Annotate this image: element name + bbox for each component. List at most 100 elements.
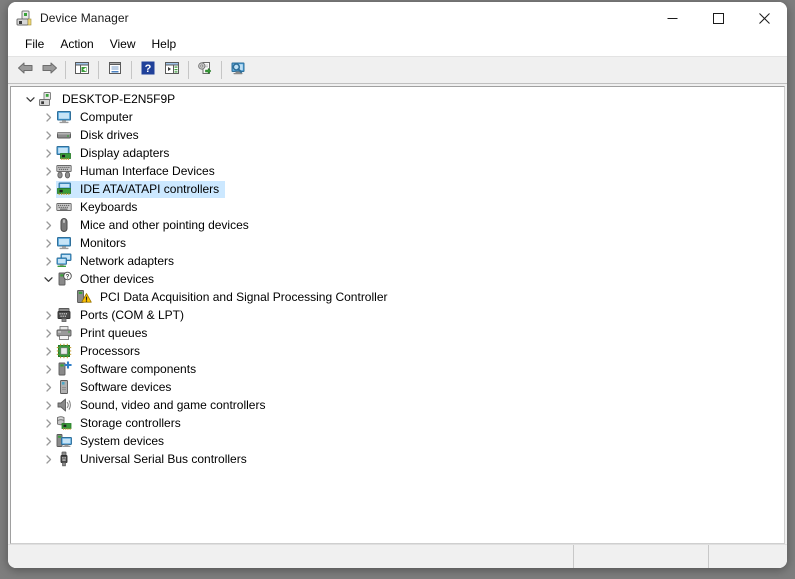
- tree-item-label: Monitors: [80, 235, 127, 250]
- chevron-right-icon[interactable]: [40, 180, 56, 198]
- chevron-down-icon[interactable]: [22, 90, 38, 108]
- chevron-right-icon[interactable]: [40, 144, 56, 162]
- chevron-right-icon[interactable]: [40, 126, 56, 144]
- window-title: Device Manager: [40, 11, 129, 25]
- toolbar-separator: [65, 61, 66, 79]
- hid-icon: [56, 163, 72, 179]
- tree-item-print-queues[interactable]: Print queues: [11, 324, 784, 342]
- tree-item-other-devices[interactable]: ? Other devices: [11, 270, 784, 288]
- status-bar-pane-message: [8, 545, 573, 568]
- tree-item-label: Computer: [80, 109, 133, 124]
- menu-action[interactable]: Action: [52, 35, 101, 54]
- other-device-icon: ?: [56, 271, 72, 287]
- chevron-right-icon[interactable]: [40, 252, 56, 270]
- tree-item-label: System devices: [80, 433, 165, 448]
- tree-item-sound-video-and-game-controllers[interactable]: Sound, video and game controllers: [11, 396, 784, 414]
- tree-item-disk-drives[interactable]: Disk drives: [11, 126, 784, 144]
- chevron-right-icon[interactable]: [40, 450, 56, 468]
- show-hide-action-pane-button[interactable]: [160, 59, 184, 81]
- show-hide-console-tree-button[interactable]: [70, 59, 94, 81]
- chevron-right-icon[interactable]: [40, 324, 56, 342]
- chevron-right-icon[interactable]: [40, 198, 56, 216]
- chevron-right-icon[interactable]: [40, 360, 56, 378]
- help-button[interactable]: ?: [136, 59, 160, 81]
- chevron-down-icon[interactable]: [40, 270, 56, 288]
- disk-drive-icon: [56, 127, 72, 143]
- tree-item-label: Software components: [80, 361, 197, 376]
- tree-item-keyboards[interactable]: Keyboards: [11, 198, 784, 216]
- tree-item-label: Processors: [80, 343, 141, 358]
- printer-icon: [56, 325, 72, 341]
- tree-item-ide-ata-atapi-controllers[interactable]: IDE ATA/ATAPI controllers: [11, 180, 784, 198]
- tree-item-label: Other devices: [80, 271, 155, 286]
- tree-item-monitors[interactable]: Monitors: [11, 234, 784, 252]
- tree-item-display-adapters[interactable]: Display adapters: [11, 144, 784, 162]
- toolbar: ?: [8, 56, 787, 84]
- chevron-right-icon[interactable]: [40, 162, 56, 180]
- system-device-icon: [56, 433, 72, 449]
- processor-icon: [56, 343, 72, 359]
- tree-item-pci-data-acquisition-controller[interactable]: PCI Data Acquisition and Signal Processi…: [11, 288, 784, 306]
- action-pane-icon: [164, 60, 180, 81]
- tree-item-human-interface-devices[interactable]: Human Interface Devices: [11, 162, 784, 180]
- scan-for-hardware-changes-button[interactable]: [226, 59, 250, 81]
- chevron-right-icon[interactable]: [40, 432, 56, 450]
- tree-item-label: Keyboards: [80, 199, 138, 214]
- computer-icon: [56, 109, 72, 125]
- sound-controller-icon: [56, 397, 72, 413]
- status-bar: [8, 544, 787, 568]
- back-arrow-icon: [17, 60, 34, 81]
- tree-item-label: Human Interface Devices: [80, 163, 215, 178]
- device-tree[interactable]: DESKTOP-E2N5F9P Computer Disk drives Dis…: [10, 86, 785, 544]
- tree-item-system-devices[interactable]: System devices: [11, 432, 784, 450]
- chevron-right-icon[interactable]: [40, 216, 56, 234]
- network-adapter-icon: [56, 253, 72, 269]
- chevron-right-icon[interactable]: [40, 306, 56, 324]
- svg-text:?: ?: [145, 63, 152, 75]
- port-icon: [56, 307, 72, 323]
- window-controls: [649, 2, 787, 34]
- tree-root-label: DESKTOP-E2N5F9P: [62, 91, 176, 106]
- chevron-right-icon[interactable]: [40, 108, 56, 126]
- chevron-right-icon[interactable]: [40, 414, 56, 432]
- menu-help[interactable]: Help: [144, 35, 185, 54]
- tree-item-universal-serial-bus-controllers[interactable]: Universal Serial Bus controllers: [11, 450, 784, 468]
- tree-item-network-adapters[interactable]: Network adapters: [11, 252, 784, 270]
- tree-item-software-devices[interactable]: Software devices: [11, 378, 784, 396]
- properties-button[interactable]: [103, 59, 127, 81]
- client-area: DESKTOP-E2N5F9P Computer Disk drives Dis…: [8, 84, 787, 544]
- tree-item-software-components[interactable]: Software components: [11, 360, 784, 378]
- update-driver-button[interactable]: [193, 59, 217, 81]
- tree-root-row[interactable]: DESKTOP-E2N5F9P: [11, 90, 784, 108]
- title-bar[interactable]: Device Manager: [8, 2, 787, 34]
- toolbar-separator: [188, 61, 189, 79]
- chevron-right-icon[interactable]: [40, 396, 56, 414]
- minimize-button[interactable]: [649, 2, 695, 34]
- tree-item-label: Storage controllers: [80, 415, 181, 430]
- tree-item-ports-com-and-lpt[interactable]: Ports (COM & LPT): [11, 306, 784, 324]
- chevron-right-icon[interactable]: [40, 378, 56, 396]
- ide-controller-icon: [56, 181, 72, 197]
- tree-item-storage-controllers[interactable]: Storage controllers: [11, 414, 784, 432]
- tree-item-computer[interactable]: Computer: [11, 108, 784, 126]
- tree-item-label: Mice and other pointing devices: [80, 217, 249, 232]
- maximize-button[interactable]: [695, 2, 741, 34]
- update-driver-icon: [197, 60, 213, 81]
- storage-controller-icon: [56, 415, 72, 431]
- forward-button[interactable]: [37, 59, 61, 81]
- tree-item-label: Disk drives: [80, 127, 139, 142]
- monitor-icon: [56, 235, 72, 251]
- toolbar-separator: [221, 61, 222, 79]
- chevron-right-icon[interactable]: [40, 342, 56, 360]
- forward-arrow-icon: [41, 60, 58, 81]
- svg-text:?: ?: [66, 274, 70, 280]
- chevron-right-icon[interactable]: [40, 234, 56, 252]
- console-tree-icon: [74, 60, 90, 81]
- tree-item-processors[interactable]: Processors: [11, 342, 784, 360]
- tree-item-mice-and-other-pointing-devices[interactable]: Mice and other pointing devices: [11, 216, 784, 234]
- close-button[interactable]: [741, 2, 787, 34]
- unknown-device-warning-icon: [76, 289, 92, 305]
- back-button[interactable]: [13, 59, 37, 81]
- menu-view[interactable]: View: [102, 35, 144, 54]
- menu-file[interactable]: File: [17, 35, 52, 54]
